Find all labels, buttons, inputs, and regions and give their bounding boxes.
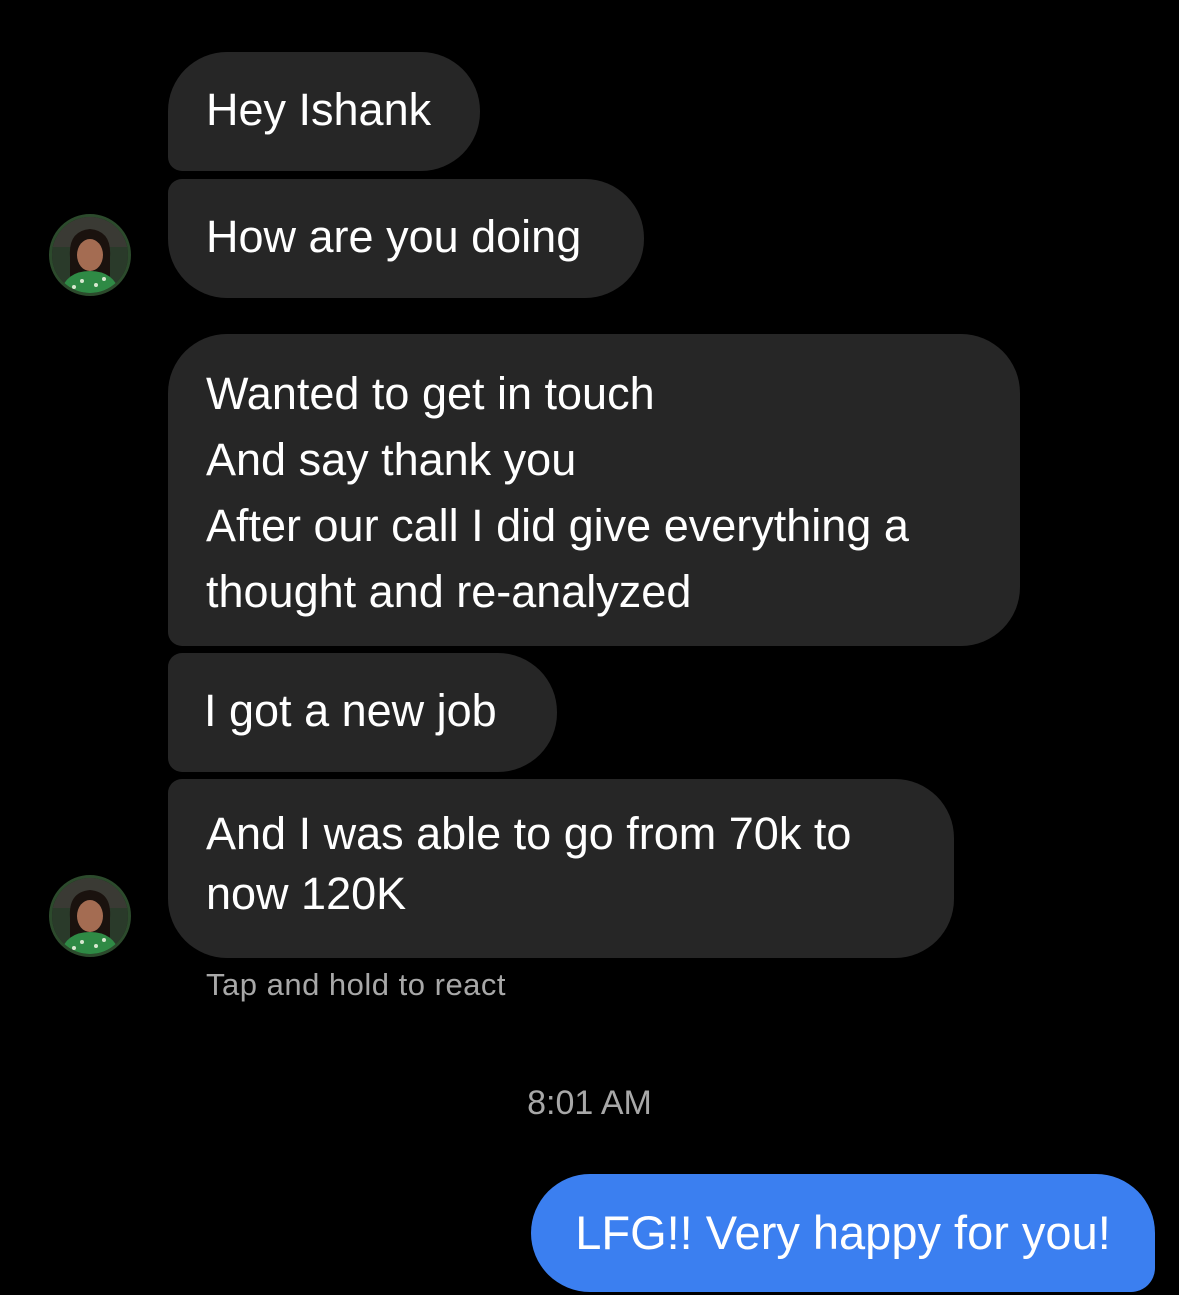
contact-avatar[interactable] [49,214,131,296]
avatar-photo-icon [52,217,128,293]
message-text: How are you doing [206,211,582,262]
message-bubble-received[interactable]: How are you doing [168,179,644,298]
message-bubble-received[interactable]: Hey Ishank [168,52,480,171]
message-bubble-received[interactable]: I got a new job [168,653,557,772]
message-text-line: And I was able to go from 70k to [206,808,852,859]
avatar-photo-icon [52,878,128,954]
contact-avatar[interactable] [49,875,131,957]
message-bubble-sent[interactable]: LFG!! Very happy for you! [531,1174,1155,1292]
message-text: LFG!! Very happy for you! [575,1206,1111,1259]
message-text-line: And say thank you [206,434,577,485]
message-text-line: thought and re-analyzed [206,566,692,617]
message-text-line: After our call I did give everything a [206,500,909,551]
message-bubble-received[interactable]: And I was able to go from 70k to now 120… [168,779,954,958]
reaction-hint: Tap and hold to react [206,967,507,1002]
message-text: I got a new job [204,685,497,736]
message-bubble-received[interactable]: Wanted to get in touch And say thank you… [168,334,1020,646]
message-timestamp: 8:01 AM [527,1084,652,1122]
message-text-line: Wanted to get in touch [206,368,655,419]
message-text: Hey Ishank [206,84,432,135]
message-text-line: now 120K [206,868,407,919]
